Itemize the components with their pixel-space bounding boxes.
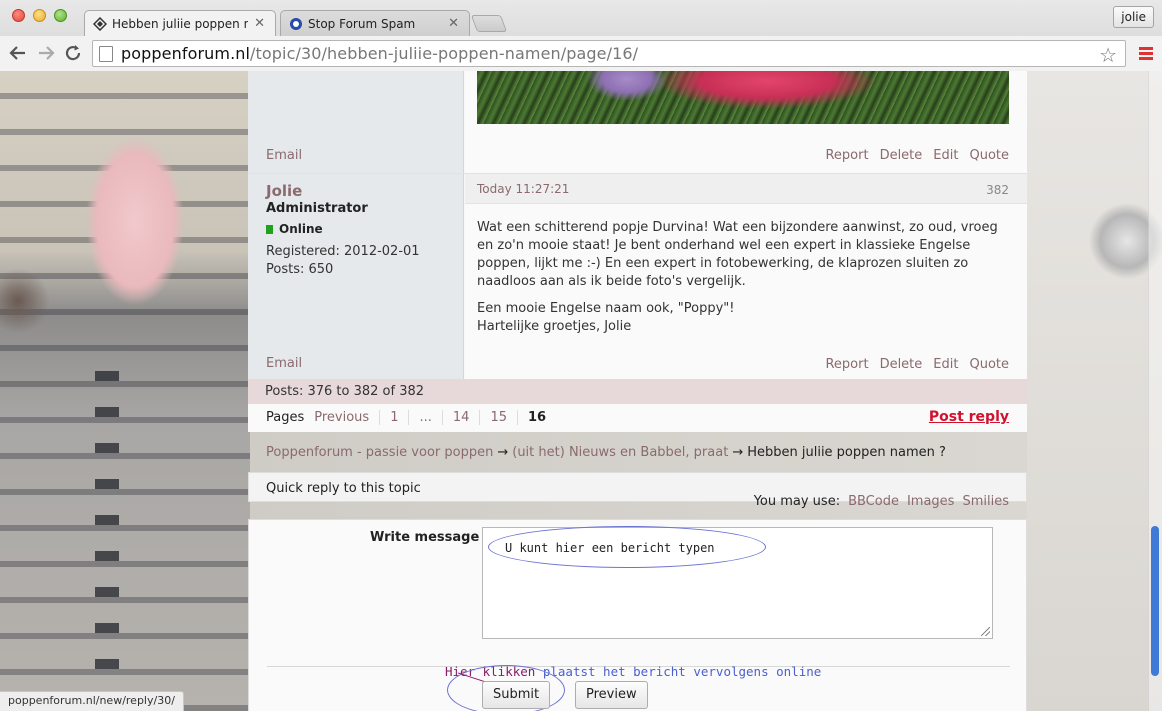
- url-path: /topic/30/hebben-juliie-poppen-namen/pag…: [250, 44, 639, 63]
- breadcrumb-separator: →: [732, 445, 744, 460]
- forum-post: Email Report Delete Edit Quote: [248, 71, 1027, 173]
- background-doll-photo: [0, 71, 250, 711]
- browser-toolbar: poppenforum.nl/topic/30/hebben-juliie-po…: [0, 36, 1162, 71]
- images-link[interactable]: Images: [907, 494, 955, 509]
- edit-link[interactable]: Edit: [933, 357, 958, 372]
- scrollbar-thumb[interactable]: [1151, 526, 1159, 676]
- pages-label: Pages: [266, 410, 305, 425]
- delete-link[interactable]: Delete: [880, 148, 923, 163]
- profile-button[interactable]: jolie: [1113, 6, 1154, 28]
- page-links: Pages Previous 1 ... 14 15 16: [266, 410, 556, 425]
- post-author-name[interactable]: Jolie: [266, 182, 302, 200]
- address-bar[interactable]: poppenforum.nl/topic/30/hebben-juliie-po…: [92, 40, 1126, 67]
- bbcode-link[interactable]: BBCode: [848, 494, 899, 509]
- page-icon: [99, 45, 113, 62]
- forum-post: Jolie Administrator Online Registered: 2…: [248, 173, 1027, 380]
- annotation-text: plaatst het bericht vervolgens online: [535, 664, 822, 679]
- breadcrumb-forum-home[interactable]: Poppenforum - passie voor poppen: [266, 445, 493, 460]
- breadcrumb-section[interactable]: (uit het) Nieuws en Babbel, praat: [512, 445, 728, 460]
- delete-link[interactable]: Delete: [880, 357, 923, 372]
- write-message-label: Write message: [370, 530, 480, 545]
- post-user-pane: Email: [248, 71, 464, 173]
- page-link-15[interactable]: 15: [479, 410, 517, 425]
- author-post-count: Posts: 650: [266, 262, 334, 277]
- breadcrumb: Poppenforum - passie voor poppen → (uit …: [266, 445, 946, 460]
- stop-forum-spam-favicon-icon: [289, 17, 303, 31]
- new-tab-button[interactable]: [470, 15, 508, 32]
- bookmark-star-icon[interactable]: ☆: [1099, 43, 1117, 67]
- tab-close-icon[interactable]: ✕: [254, 16, 265, 31]
- tab-stop-forum-spam[interactable]: Stop Forum Spam ✕: [280, 10, 470, 36]
- author-info: Registered: 2012-02-01 Posts: 650: [266, 243, 420, 279]
- tab-close-icon[interactable]: ✕: [448, 16, 459, 31]
- pagination: Pages Previous 1 ... 14 15 16 Post reply: [248, 404, 1027, 432]
- chrome-menu-icon[interactable]: [1139, 47, 1153, 60]
- url-host: poppenforum.nl: [121, 44, 251, 63]
- post-actions: Report Delete Edit Quote: [825, 357, 1009, 372]
- smilies-link[interactable]: Smilies: [962, 494, 1009, 509]
- formatting-help: You may use: BBCode Images Smilies: [754, 494, 1009, 509]
- edit-link[interactable]: Edit: [933, 148, 958, 163]
- resize-grip-icon[interactable]: [981, 627, 990, 636]
- poppy-flower-photo: [477, 71, 1009, 124]
- report-link[interactable]: Report: [825, 357, 868, 372]
- quick-reply-form: Write message U kunt hier een bericht ty…: [248, 519, 1027, 711]
- post-reply-link[interactable]: Post reply: [929, 409, 1009, 425]
- zoom-window-button[interactable]: [54, 9, 67, 22]
- forward-arrow-icon[interactable]: [36, 43, 56, 63]
- post-count-text: Posts: 376 to 382 of 382: [265, 384, 425, 399]
- email-link[interactable]: Email: [266, 356, 302, 371]
- email-link[interactable]: Email: [266, 148, 302, 163]
- you-may-use-label: You may use:: [753, 494, 841, 509]
- post-header: Today 11:27:21 382: [465, 174, 1027, 204]
- browser-chrome: Hebben juliie poppen nam ✕ Stop Forum Sp…: [0, 0, 1162, 71]
- tab-hebben-juliie[interactable]: Hebben juliie poppen nam ✕: [84, 10, 276, 36]
- back-arrow-icon[interactable]: [8, 43, 28, 63]
- online-indicator-icon: [266, 224, 273, 234]
- registered-date: Registered: 2012-02-01: [266, 244, 420, 259]
- post-author-title: Administrator: [266, 201, 368, 216]
- page-ellipsis: ...: [408, 410, 441, 425]
- background-photo-right: [1027, 71, 1162, 711]
- breadcrumb-separator: →: [497, 445, 509, 460]
- page-link-1[interactable]: 1: [379, 410, 408, 425]
- quick-reply-title: Quick reply to this topic: [266, 481, 421, 496]
- minimize-window-button[interactable]: [33, 9, 46, 22]
- close-window-button[interactable]: [12, 9, 25, 22]
- post-user-pane: Jolie Administrator Online Registered: 2…: [248, 174, 464, 380]
- preview-button[interactable]: Preview: [575, 681, 648, 709]
- page-scrollbar[interactable]: [1148, 71, 1162, 711]
- web-page: Email Report Delete Edit Quote Jolie Adm…: [0, 71, 1162, 711]
- url-text: poppenforum.nl/topic/30/hebben-juliie-po…: [121, 44, 638, 63]
- online-status: Online: [266, 222, 323, 236]
- background-decoration: [95, 371, 119, 711]
- post-line: Hartelijke groetjes, Jolie: [477, 319, 632, 334]
- submit-button[interactable]: Submit: [482, 681, 551, 709]
- current-page: 16: [516, 410, 556, 425]
- post-number: 382: [986, 183, 1009, 197]
- quote-link[interactable]: Quote: [969, 148, 1009, 163]
- post-timestamp[interactable]: Today 11:27:21: [477, 182, 569, 196]
- post-line: Een mooie Engelse naam ook, "Poppy"!: [477, 301, 735, 316]
- post-body: Wat een schitterend popje Durvina! Wat e…: [477, 219, 1007, 345]
- tab-title: Hebben juliie poppen nam: [112, 16, 249, 31]
- post-paragraph: Wat een schitterend popje Durvina! Wat e…: [477, 220, 998, 289]
- message-textarea[interactable]: U kunt hier een bericht typen: [482, 526, 993, 639]
- online-label: Online: [279, 222, 323, 236]
- quote-link[interactable]: Quote: [969, 357, 1009, 372]
- status-bar-url: poppenforum.nl/new/reply/30/: [0, 691, 184, 711]
- tab-strip: Hebben juliie poppen nam ✕ Stop Forum Sp…: [0, 0, 1162, 36]
- page-link-14[interactable]: 14: [441, 410, 480, 425]
- breadcrumb-current-topic: Hebben juliie poppen namen ?: [747, 445, 946, 460]
- report-link[interactable]: Report: [825, 148, 868, 163]
- tab-title: Stop Forum Spam: [308, 16, 416, 31]
- poppenforum-favicon-icon: [93, 16, 107, 31]
- post-count-bar: Posts: 376 to 382 of 382: [248, 379, 1027, 404]
- post-paragraph: Een mooie Engelse naam ook, "Poppy"! Hart…: [477, 300, 1007, 336]
- previous-page-link[interactable]: Previous: [314, 410, 379, 425]
- post-message-pane: Today 11:27:21 382 Wat een schitterend p…: [465, 174, 1027, 380]
- reload-icon[interactable]: [63, 43, 83, 63]
- post-actions: Report Delete Edit Quote: [825, 148, 1009, 163]
- annotation-ellipse: [488, 526, 766, 568]
